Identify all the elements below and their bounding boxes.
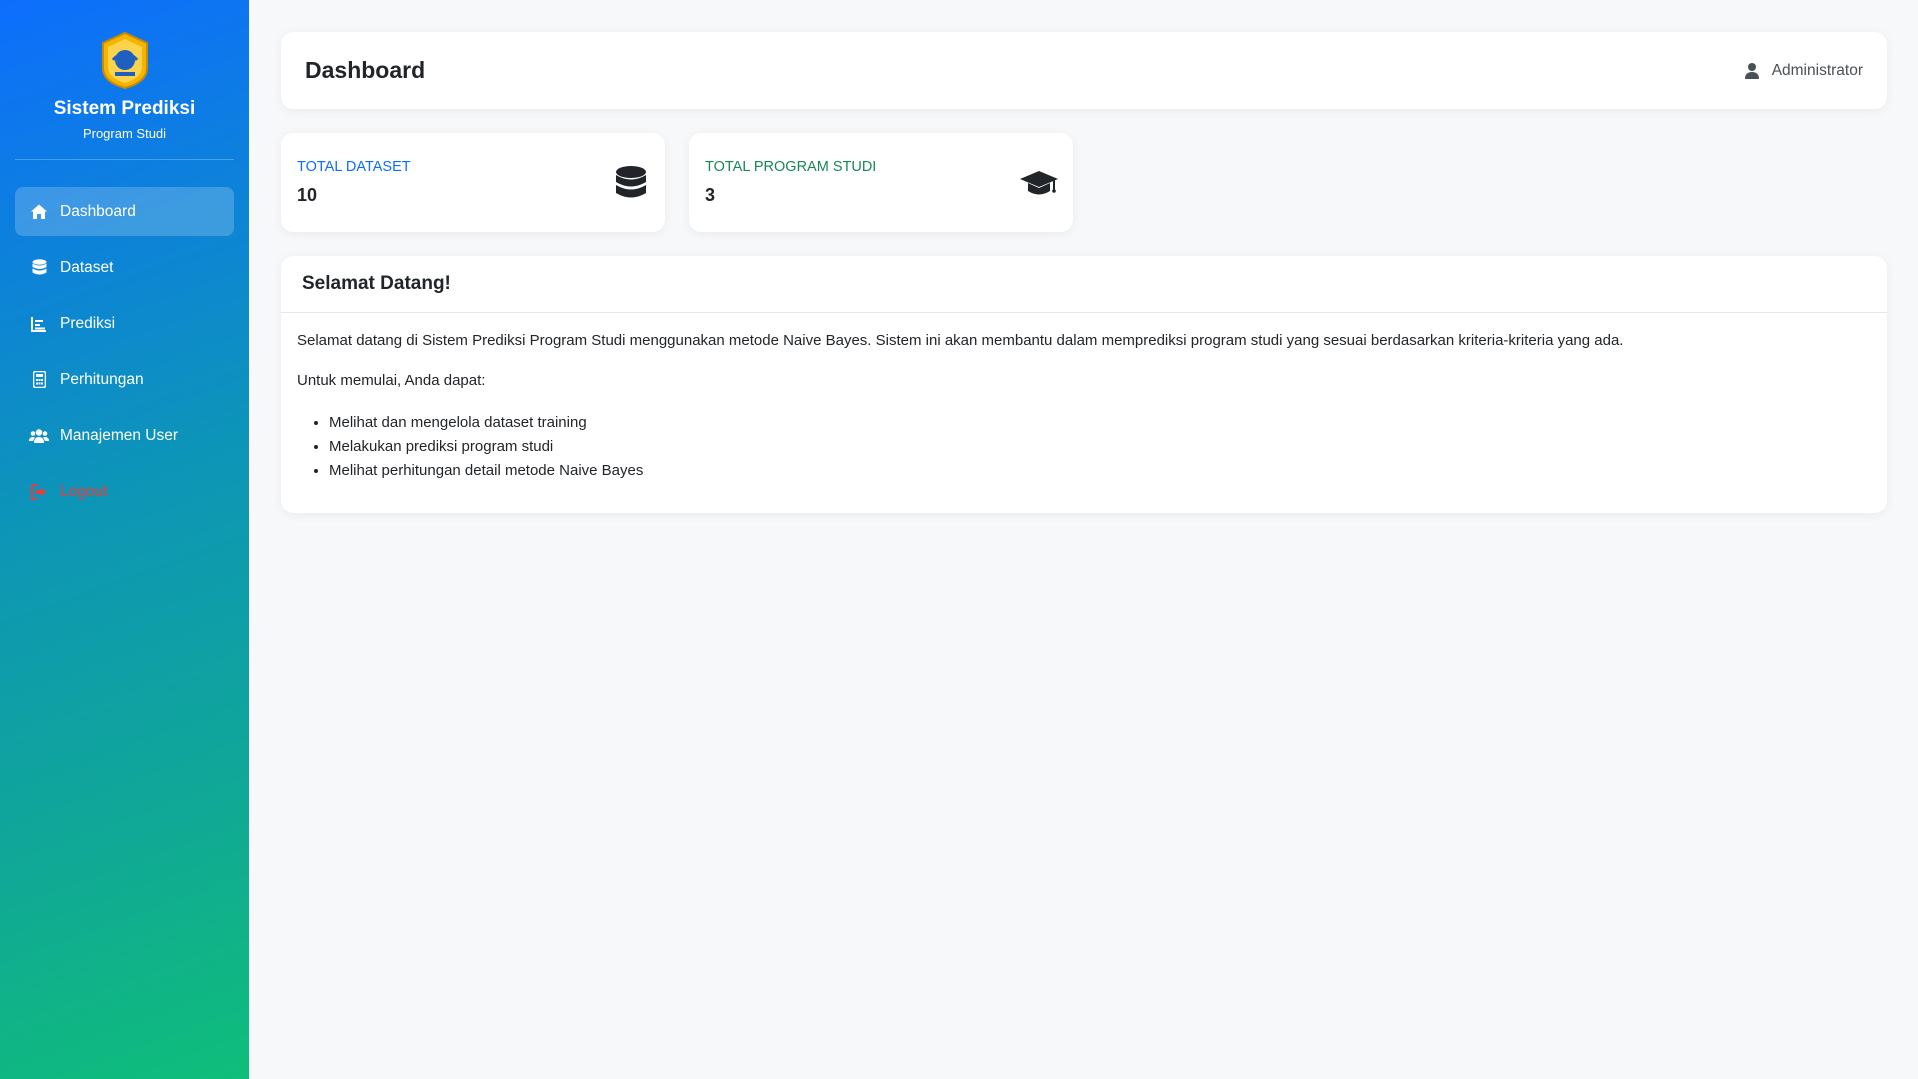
stat-card-value: 3 [705, 185, 716, 205]
university-logo-icon [101, 31, 148, 90]
stat-cards: Total Dataset 10 Total Program Studi 3 [281, 133, 1887, 232]
user-icon [1744, 62, 1762, 80]
sidebar-item-dataset[interactable]: Dataset [15, 243, 234, 292]
welcome-start-text: Untuk memulai, Anda dapat: [297, 372, 486, 389]
users-icon [29, 426, 49, 446]
brand-subtitle: Program Studi [82, 126, 167, 141]
database-icon [616, 165, 646, 197]
stat-card-value: 10 [297, 185, 318, 205]
sidebar: Sistem Prediksi Program Studi Dashboard … [0, 0, 249, 1079]
calculator-icon [29, 370, 49, 390]
stat-card-total-program-studi: Total Program Studi 3 [689, 133, 1073, 232]
stat-card-label: Total Program Studi [705, 159, 877, 175]
user-menu[interactable]: Administrator [1744, 62, 1863, 80]
sidebar-item-logout[interactable]: Logout [15, 467, 234, 516]
list-item: Melihat dan mengelola dataset training [329, 411, 1871, 435]
sidebar-item-perhitungan[interactable]: Perhitungan [15, 355, 234, 404]
chart-icon [29, 314, 49, 334]
database-icon [29, 258, 49, 278]
welcome-card: Selamat Datang! Selamat datang di Sistem… [281, 256, 1887, 513]
list-item: Melakukan prediksi program studi [329, 435, 1871, 459]
user-name: Administrator [1771, 61, 1863, 79]
sidebar-item-label: Perhitungan [60, 370, 144, 388]
stat-card-total-dataset: Total Dataset 10 [281, 133, 665, 232]
brand: Sistem Prediksi Program Studi [0, 0, 249, 141]
sidebar-item-label: Dashboard [60, 202, 136, 220]
welcome-list: Melihat dan mengelola dataset training M… [297, 411, 1871, 483]
graduation-cap-icon [1020, 170, 1058, 194]
page-title: Dashboard [305, 57, 426, 83]
sidebar-item-manajemen-user[interactable]: Manajemen User [15, 411, 234, 460]
sidebar-item-label: Prediksi [60, 314, 116, 332]
sidebar-item-dashboard[interactable]: Dashboard [15, 187, 234, 236]
brand-title: Sistem Prediksi [53, 98, 196, 119]
stat-card-label: Total Dataset [297, 159, 411, 175]
sidebar-item-label: Logout [60, 482, 108, 500]
welcome-body: Selamat datang di Sistem Prediksi Progra… [281, 313, 1887, 513]
sidebar-item-label: Dataset [60, 258, 114, 276]
topbar: Dashboard Administrator [281, 32, 1887, 109]
home-icon [29, 202, 49, 222]
welcome-intro: Selamat datang di Sistem Prediksi Progra… [297, 332, 1624, 349]
welcome-title: Selamat Datang! [281, 256, 1887, 313]
main-content: Dashboard Administrator Total Dataset 10… [281, 32, 1887, 513]
sidebar-item-prediksi[interactable]: Prediksi [15, 299, 234, 348]
sidebar-nav: Dashboard Dataset Prediksi Perhitungan M… [0, 160, 249, 516]
logout-icon [29, 482, 49, 502]
sidebar-item-label: Manajemen User [60, 426, 179, 444]
list-item: Melihat perhitungan detail metode Naive … [329, 459, 1871, 483]
